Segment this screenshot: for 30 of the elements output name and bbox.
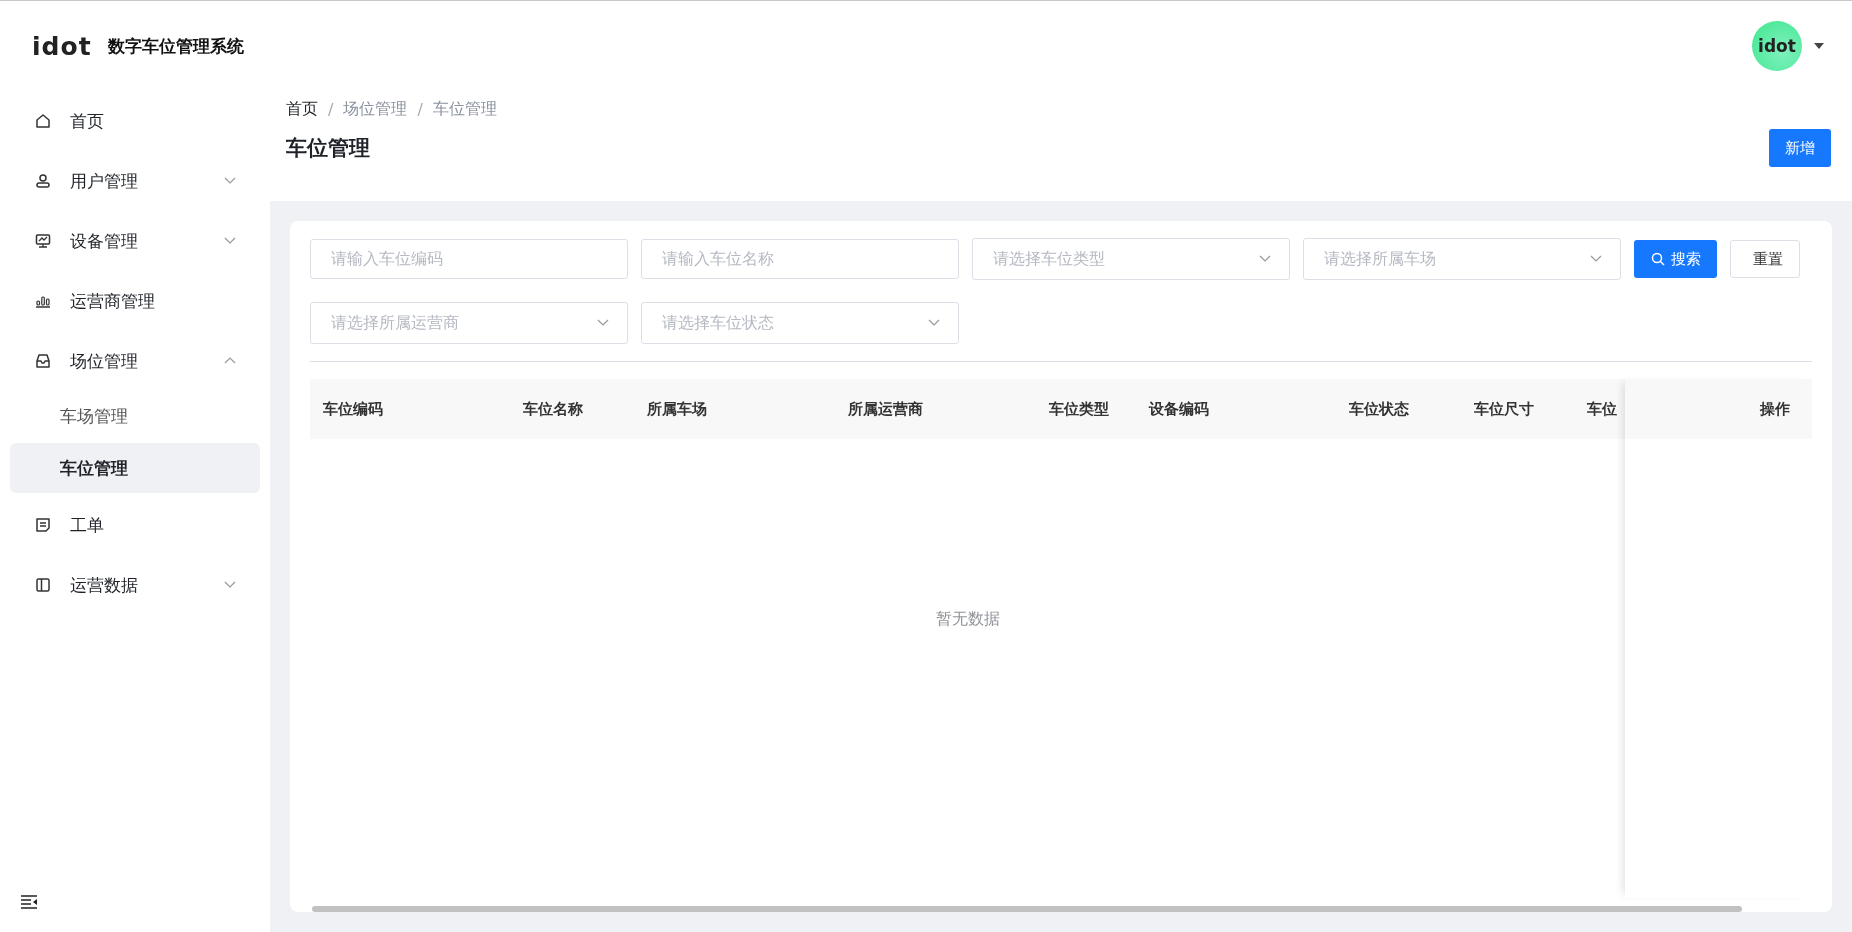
- sidebar-item[interactable]: 用户管理: [10, 151, 260, 211]
- sidebar-item[interactable]: 设备管理: [10, 211, 260, 271]
- column-header: 车位: [1586, 399, 1618, 419]
- sidebar-item[interactable]: 工单: [10, 495, 260, 555]
- column-header: 所属运营商: [847, 399, 924, 419]
- add-button[interactable]: 新增: [1769, 129, 1831, 167]
- sidebar-item[interactable]: 运营数据: [10, 555, 260, 615]
- breadcrumb-separator: /: [417, 99, 423, 119]
- column-header: 车位尺寸: [1473, 399, 1535, 419]
- sidebar-subitem[interactable]: 车场管理: [10, 391, 260, 441]
- column-header: 车位类型: [1048, 399, 1110, 419]
- search-button[interactable]: 搜索: [1634, 240, 1717, 278]
- sidebar-item[interactable]: 首页: [10, 91, 260, 151]
- page-title: 车位管理: [286, 135, 370, 162]
- column-header: 车位编码: [322, 399, 384, 419]
- column-header: 所属车场: [646, 399, 708, 419]
- breadcrumb-separator: /: [328, 99, 334, 119]
- sidebar-subitem[interactable]: 车位管理: [10, 443, 260, 493]
- sidebar-item[interactable]: 场位管理: [10, 331, 260, 391]
- column-header: 设备编码: [1147, 399, 1210, 419]
- app-title: 数字车位管理系统: [107, 34, 244, 58]
- breadcrumb-link[interactable]: 首页: [286, 98, 318, 120]
- column-header: 操作: [1625, 379, 1812, 439]
- column-header: 车位名称: [522, 399, 584, 419]
- empty-message: 暂无数据: [935, 609, 1000, 630]
- reset-button[interactable]: 重置: [1730, 240, 1800, 278]
- logo: idot: [32, 31, 92, 61]
- avatar[interactable]: idot: [1752, 21, 1802, 71]
- column-header: 车位状态: [1348, 399, 1410, 419]
- sidebar-item[interactable]: 运营商管理: [10, 271, 260, 331]
